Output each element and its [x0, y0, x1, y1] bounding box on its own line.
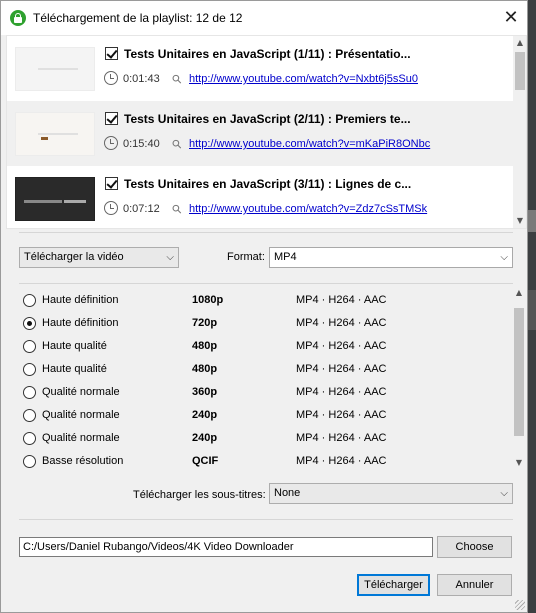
- quality-option[interactable]: Haute qualité 480p MP4 · H264 · AAC: [19, 359, 499, 381]
- title-bar: Téléchargement de la playlist: 12 de 12 …: [1, 1, 527, 35]
- video-title: Tests Unitaires en JavaScript (3/11) : L…: [124, 177, 412, 191]
- quality-option[interactable]: Qualité normale 240p MP4 · H264 · AAC: [19, 428, 499, 450]
- quality-codec: MP4 · H264 · AAC: [296, 409, 387, 421]
- quality-resolution: 240p: [192, 432, 218, 444]
- divider: [19, 519, 513, 520]
- video-duration: 0:01:43: [123, 73, 160, 85]
- video-url-link[interactable]: http://www.youtube.com/watch?v=Nxbt6j5sS…: [189, 73, 418, 85]
- quality-scrollbar[interactable]: ▲ ▼: [512, 286, 526, 472]
- quality-resolution: 480p: [192, 363, 218, 375]
- quality-radio[interactable]: [23, 409, 36, 422]
- format-select[interactable]: MP4 ⌵: [269, 247, 513, 268]
- quality-resolution: 480p: [192, 340, 218, 352]
- divider: [19, 283, 513, 284]
- video-url-link[interactable]: http://www.youtube.com/watch?v=mKaPiR8ON…: [189, 138, 430, 150]
- list-item[interactable]: Tests Unitaires en JavaScript (2/11) : P…: [7, 101, 513, 166]
- video-title: Tests Unitaires en JavaScript (1/11) : P…: [124, 47, 411, 61]
- clock-icon: [104, 136, 118, 150]
- clock-icon: [104, 201, 118, 215]
- window-title: Téléchargement de la playlist: 12 de 12: [33, 11, 243, 25]
- choose-folder-button[interactable]: Choose: [437, 536, 512, 558]
- quality-name: Qualité normale: [42, 409, 120, 421]
- scroll-down-icon[interactable]: ▼: [513, 214, 526, 228]
- quality-radio[interactable]: [23, 432, 36, 445]
- quality-option[interactable]: Qualité normale 360p MP4 · H264 · AAC: [19, 382, 499, 404]
- quality-option[interactable]: Haute définition 720p MP4 · H264 · AAC: [19, 313, 499, 335]
- video-thumbnail: [15, 177, 95, 221]
- video-duration: 0:07:12: [123, 203, 160, 215]
- scroll-up-icon[interactable]: ▲: [512, 286, 526, 300]
- quality-options-list: Haute définition 1080p MP4 · H264 · AAC …: [19, 286, 526, 473]
- item-checkbox[interactable]: [105, 47, 118, 60]
- quality-option[interactable]: Haute définition 1080p MP4 · H264 · AAC: [19, 290, 499, 312]
- quality-name: Qualité normale: [42, 432, 120, 444]
- download-button[interactable]: Télécharger: [357, 574, 430, 596]
- playlist-list: Tests Unitaires en JavaScript (1/11) : P…: [6, 35, 527, 229]
- close-icon[interactable]: ✕: [499, 7, 523, 29]
- quality-name: Haute définition: [42, 317, 119, 329]
- quality-codec: MP4 · H264 · AAC: [296, 432, 387, 444]
- quality-option[interactable]: Qualité normale 240p MP4 · H264 · AAC: [19, 405, 499, 427]
- quality-resolution: 720p: [192, 317, 218, 329]
- subtitles-label: Télécharger les sous-titres:: [133, 489, 266, 501]
- clock-icon: [104, 71, 118, 85]
- download-type-select[interactable]: Télécharger la vidéo ⌵: [19, 247, 179, 268]
- download-type-value: Télécharger la vidéo: [24, 251, 124, 263]
- app-logo-icon: [10, 10, 26, 26]
- scroll-down-icon[interactable]: ▼: [512, 456, 526, 470]
- quality-radio[interactable]: [23, 294, 36, 307]
- list-item[interactable]: Tests Unitaires en JavaScript (1/11) : P…: [7, 36, 513, 101]
- cancel-button[interactable]: Annuler: [437, 574, 512, 596]
- quality-option[interactable]: Basse résolution QCIF MP4 · H264 · AAC: [19, 451, 499, 473]
- quality-codec: MP4 · H264 · AAC: [296, 386, 387, 398]
- subtitles-value: None: [274, 487, 301, 499]
- scroll-thumb[interactable]: [515, 52, 525, 90]
- quality-option[interactable]: Haute qualité 480p MP4 · H264 · AAC: [19, 336, 499, 358]
- link-icon: ⚲: [168, 136, 185, 153]
- quality-resolution: 360p: [192, 386, 218, 398]
- playlist-download-dialog: Téléchargement de la playlist: 12 de 12 …: [0, 0, 528, 613]
- quality-codec: MP4 · H264 · AAC: [296, 340, 387, 352]
- list-item[interactable]: Tests Unitaires en JavaScript (3/11) : L…: [7, 166, 513, 228]
- chevron-down-icon: ⌵: [166, 252, 174, 263]
- quality-name: Basse résolution: [42, 455, 124, 467]
- format-value: MP4: [274, 251, 297, 263]
- item-checkbox[interactable]: [105, 177, 118, 190]
- chevron-down-icon: ⌵: [500, 488, 508, 499]
- destination-path-field[interactable]: C:/Users/Daniel Rubango/Videos/4K Video …: [19, 537, 433, 557]
- video-thumbnail: [15, 112, 95, 156]
- quality-codec: MP4 · H264 · AAC: [296, 455, 387, 467]
- resize-grip-icon[interactable]: [515, 600, 525, 610]
- quality-codec: MP4 · H264 · AAC: [296, 294, 387, 306]
- quality-name: Haute qualité: [42, 363, 107, 375]
- video-url-link[interactable]: http://www.youtube.com/watch?v=Zdz7cSsTM…: [189, 203, 427, 215]
- format-label: Format:: [227, 251, 265, 263]
- playlist-scrollbar[interactable]: ▲ ▼: [513, 36, 526, 228]
- chevron-down-icon: ⌵: [500, 252, 508, 263]
- video-duration: 0:15:40: [123, 138, 160, 150]
- background-window-strip: [527, 0, 536, 613]
- quality-name: Haute définition: [42, 294, 119, 306]
- quality-codec: MP4 · H264 · AAC: [296, 363, 387, 375]
- item-checkbox[interactable]: [105, 112, 118, 125]
- link-icon: ⚲: [168, 71, 185, 88]
- quality-radio[interactable]: [23, 363, 36, 376]
- quality-radio-selected[interactable]: [23, 317, 36, 330]
- quality-resolution: 1080p: [192, 294, 224, 306]
- scroll-thumb[interactable]: [514, 308, 524, 436]
- subtitles-select[interactable]: None ⌵: [269, 483, 513, 504]
- quality-name: Haute qualité: [42, 340, 107, 352]
- quality-radio[interactable]: [23, 340, 36, 353]
- quality-name: Qualité normale: [42, 386, 120, 398]
- link-icon: ⚲: [168, 201, 185, 218]
- divider: [19, 232, 513, 233]
- video-thumbnail: [15, 47, 95, 91]
- quality-radio[interactable]: [23, 386, 36, 399]
- quality-resolution: 240p: [192, 409, 218, 421]
- quality-radio[interactable]: [23, 455, 36, 468]
- quality-resolution: QCIF: [192, 455, 219, 467]
- video-title: Tests Unitaires en JavaScript (2/11) : P…: [124, 112, 411, 126]
- scroll-up-icon[interactable]: ▲: [513, 36, 526, 50]
- quality-codec: MP4 · H264 · AAC: [296, 317, 387, 329]
